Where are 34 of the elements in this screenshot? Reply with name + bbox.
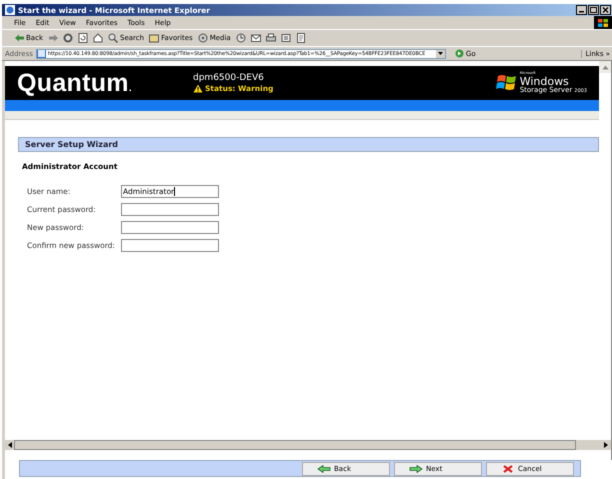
scroll-thumb[interactable] xyxy=(14,440,576,450)
brand-logo: Quantum. xyxy=(17,68,133,98)
device-name: dpm6500-DEV6 xyxy=(193,73,265,83)
input-field[interactable] xyxy=(121,239,219,252)
back-arrow-icon xyxy=(317,464,331,472)
clock-icon[interactable] xyxy=(236,33,246,43)
back-arrow-icon xyxy=(14,33,24,43)
right-arrow-icon xyxy=(604,442,608,448)
input-field[interactable] xyxy=(121,221,219,234)
stop-icon[interactable] xyxy=(63,33,73,43)
folder-icon xyxy=(149,33,160,43)
forward-arrow-icon xyxy=(409,464,423,472)
os-name: Windows xyxy=(520,76,569,87)
document-icon[interactable] xyxy=(280,33,291,43)
media-icon xyxy=(198,33,208,43)
left-arrow-icon xyxy=(8,442,12,448)
input-field[interactable] xyxy=(121,203,219,216)
page-icon xyxy=(36,50,46,58)
envelope-icon[interactable] xyxy=(250,33,261,43)
page-icon[interactable] xyxy=(78,33,88,43)
dropdown-arrow-icon xyxy=(436,50,445,58)
up-arrow-icon xyxy=(602,64,608,70)
house-icon[interactable] xyxy=(93,33,103,43)
search-icon xyxy=(108,33,118,43)
horizontal-scrollbar[interactable] xyxy=(5,439,611,450)
cross-icon xyxy=(501,464,515,472)
vertical-scrollbar[interactable] xyxy=(599,61,611,73)
warning-icon xyxy=(193,84,203,93)
go-arrow-icon xyxy=(454,49,464,58)
printer-icon[interactable] xyxy=(266,33,276,43)
windows-logo-icon xyxy=(594,16,612,29)
wizard-title: Server Setup Wizard xyxy=(18,137,599,152)
note-icon[interactable] xyxy=(296,33,306,43)
close-icon xyxy=(600,5,611,15)
